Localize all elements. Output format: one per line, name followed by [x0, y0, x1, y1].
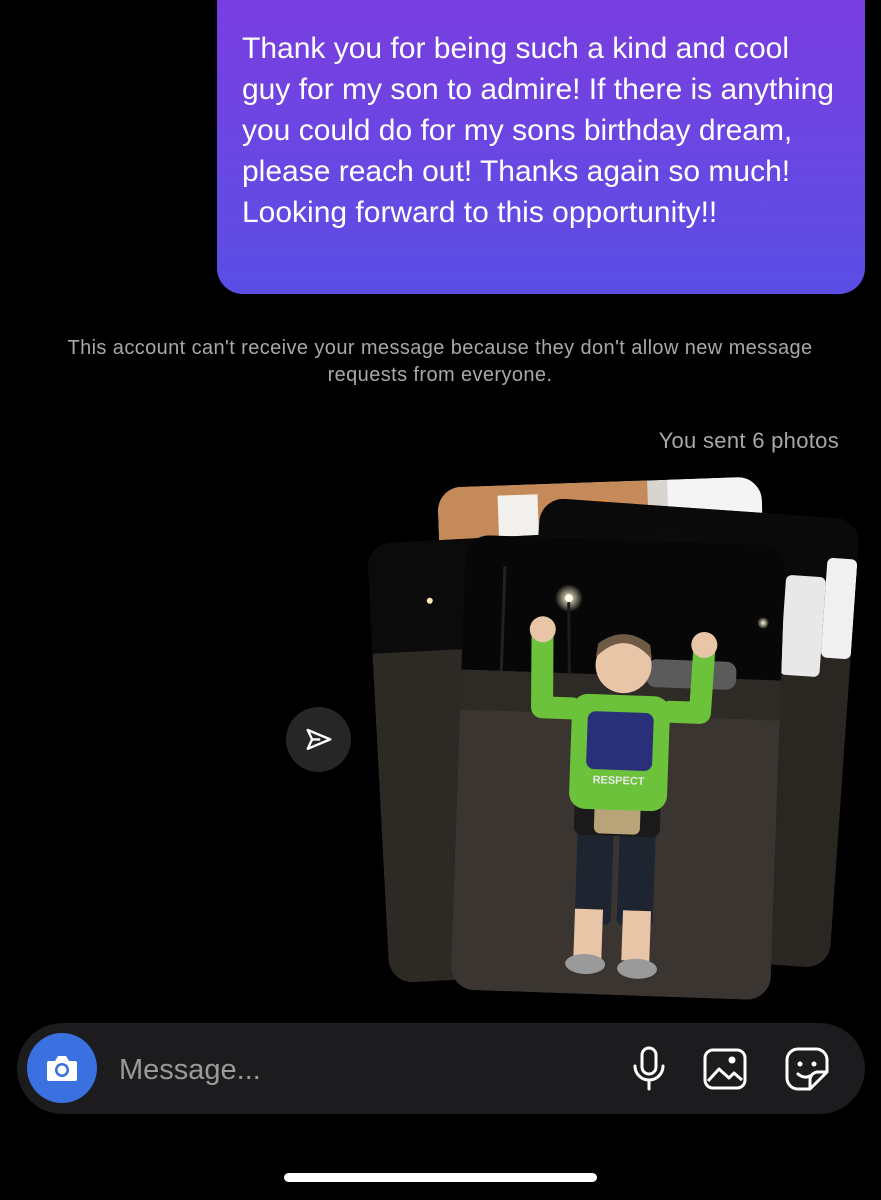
sent-message-bubble[interactable]: Thank you for being such a kind and cool… [217, 0, 865, 294]
camera-icon [47, 1056, 77, 1081]
share-button[interactable] [286, 707, 351, 772]
message-input[interactable] [117, 1043, 501, 1097]
message-request-notice: This account can't receive your message … [67, 337, 813, 386]
photos-sent-label: You sent 6 photos [658, 428, 839, 453]
message-text: Thank you for being such a kind and cool… [242, 32, 834, 229]
photo-stack[interactable]: RESPECT [366, 476, 870, 1010]
camera-button[interactable] [27, 1033, 97, 1103]
gallery-button[interactable] [699, 1043, 751, 1095]
send-icon [306, 728, 331, 750]
sticker-button[interactable] [781, 1043, 833, 1095]
home-indicator[interactable] [284, 1173, 597, 1182]
sticker-icon [785, 1047, 829, 1091]
microphone-button[interactable] [623, 1043, 675, 1095]
microphone-icon [633, 1046, 665, 1091]
message-composer [17, 1023, 865, 1114]
main-photo: RESPECT [450, 534, 786, 1001]
shirt-text: RESPECT [592, 774, 645, 788]
gallery-icon [703, 1048, 747, 1090]
